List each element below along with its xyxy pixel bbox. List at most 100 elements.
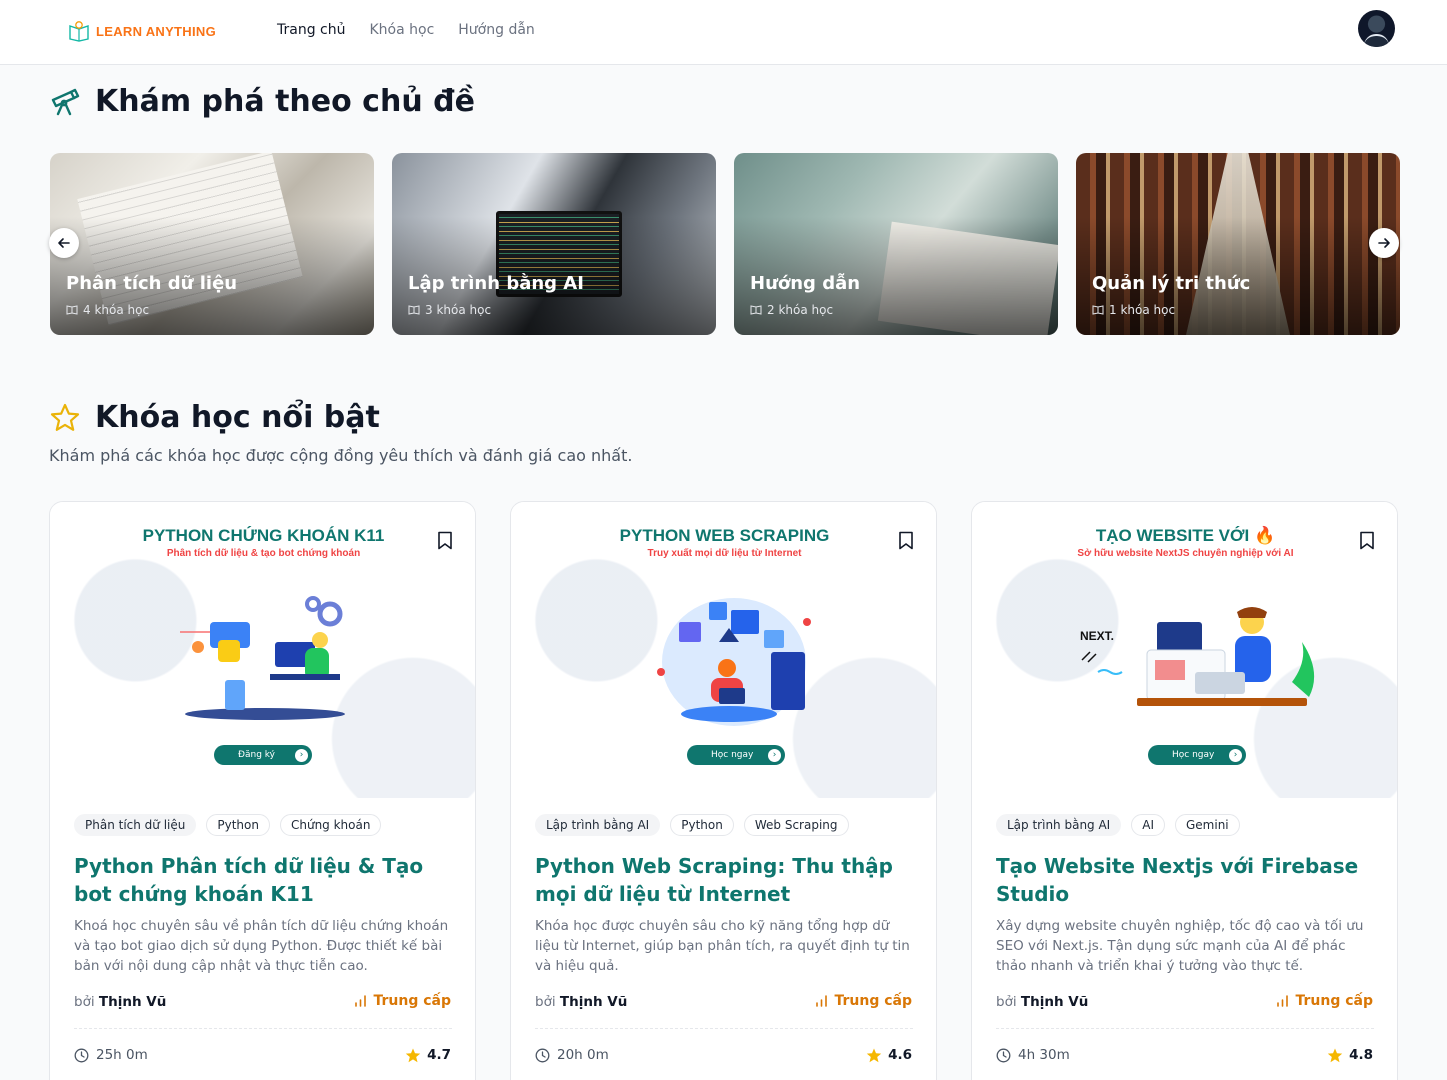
thumbnail-subtitle: Phân tích dữ liệu & tạo bot chứng khoán	[166, 548, 361, 559]
topic-name: Hướng dẫn	[750, 273, 861, 294]
thumbnail-title: TẠO WEBSITE VỚI 🔥	[972, 526, 1397, 546]
thumbnail-cta-label: Đăng ký	[238, 750, 275, 760]
course-thumbnail[interactable]: PYTHON WEB SCRAPING Truy xuất mọi dữ liệ…	[511, 502, 936, 798]
main-nav: Trang chủ Khóa học Hướng dẫn	[277, 22, 535, 38]
card-divider	[996, 1028, 1374, 1029]
nav-courses[interactable]: Khóa học	[369, 22, 434, 38]
course-card-python-stock[interactable]: PYTHON CHỨNG KHOÁN K11 Phân tích dữ liệu…	[49, 501, 476, 1080]
course-tag[interactable]: Chứng khoán	[279, 814, 382, 836]
top-header: LEARN ANYTHING Trang chủ Khóa học Hướng …	[0, 0, 1447, 65]
topic-card-knowledge-management[interactable]: Quản lý tri thức 1 khóa học	[1076, 153, 1400, 335]
rating-value: 4.6	[888, 1047, 912, 1063]
thumbnail-title: PYTHON CHỨNG KHOÁN K11	[142, 526, 385, 545]
course-tag[interactable]: Phân tích dữ liệu	[74, 814, 197, 836]
nav-home[interactable]: Trang chủ	[277, 22, 345, 38]
star-filled-icon	[866, 1048, 882, 1062]
course-tag[interactable]: Python	[670, 814, 734, 836]
course-duration: 4h 30m	[996, 1047, 1070, 1063]
carousel-next-button[interactable]	[1369, 228, 1399, 258]
duration-text: 4h 30m	[1018, 1047, 1070, 1063]
svg-text:NEXT.: NEXT.	[1080, 629, 1114, 643]
star-filled-icon	[1327, 1048, 1343, 1062]
author-prefix: bởi	[996, 994, 1017, 1010]
course-rating: 4.8	[1327, 1047, 1373, 1063]
course-tag[interactable]: Lập trình bằng AI	[535, 814, 661, 836]
bookmark-icon[interactable]	[437, 531, 453, 550]
site-logo[interactable]: LEARN ANYTHING	[68, 20, 216, 42]
thumbnail-cta-button[interactable]: Học ngay ›	[687, 745, 785, 765]
course-title[interactable]: Tạo Website Nextjs với Firebase Studio	[996, 852, 1376, 908]
course-thumbnail[interactable]: PYTHON CHỨNG KHOÁN K11 Phân tích dữ liệu…	[50, 502, 475, 798]
topic-count-text: 3 khóa học	[425, 303, 492, 317]
bar-chart-icon	[1277, 995, 1289, 1007]
carousel-prev-button[interactable]	[49, 228, 79, 258]
course-tag[interactable]: Web Scraping	[743, 814, 849, 836]
topics-title-text: Khám phá theo chủ đề	[95, 84, 475, 119]
user-avatar[interactable]	[1358, 10, 1395, 47]
course-title[interactable]: Python Web Scraping: Thu thập mọi dữ liệ…	[535, 852, 915, 908]
level-text: Trung cấp	[1295, 993, 1373, 1009]
topic-count: 3 khóa học	[408, 303, 491, 317]
bookmark-icon[interactable]	[1359, 531, 1375, 550]
open-book-icon	[750, 305, 762, 315]
topic-count-text: 1 khóa học	[1109, 303, 1176, 317]
thumbnail-cta-label: Học ngay	[1172, 750, 1215, 760]
thumbnail-cta-button[interactable]: Học ngay ›	[1148, 745, 1246, 765]
topic-card-guides[interactable]: Hướng dẫn 2 khóa học	[734, 153, 1058, 335]
course-tag[interactable]: Lập trình bằng AI	[996, 814, 1122, 836]
course-description: Xây dựng website chuyên nghiệp, tốc độ c…	[996, 918, 1364, 974]
bar-chart-icon	[355, 995, 367, 1007]
thumbnail-cta-button[interactable]: Đăng ký ›	[214, 745, 312, 765]
card-divider	[74, 1028, 452, 1029]
course-tag[interactable]: AI	[1131, 814, 1165, 836]
course-author: bởi Thịnh Vũ	[996, 994, 1088, 1010]
author-prefix: bởi	[535, 994, 556, 1010]
course-duration: 25h 0m	[74, 1047, 148, 1063]
course-card-nextjs-firebase[interactable]: TẠO WEBSITE VỚI 🔥 Sở hữu website NextJS …	[971, 501, 1398, 1080]
course-thumbnail[interactable]: TẠO WEBSITE VỚI 🔥 Sở hữu website NextJS …	[972, 502, 1397, 798]
topic-count: 2 khóa học	[750, 303, 833, 317]
course-tag[interactable]: Gemini	[1174, 814, 1240, 836]
featured-title-text: Khóa học nổi bật	[95, 400, 380, 435]
topic-card-data-analysis[interactable]: Phân tích dữ liệu 4 khóa học	[50, 153, 374, 335]
featured-section-title: Khóa học nổi bật	[49, 400, 380, 435]
course-duration: 20h 0m	[535, 1047, 609, 1063]
chevron-right-icon: ›	[768, 748, 781, 762]
book-bulb-icon	[69, 21, 89, 42]
card-divider	[535, 1028, 913, 1029]
level-text: Trung cấp	[834, 993, 912, 1009]
duration-text: 20h 0m	[557, 1047, 609, 1063]
thumbnail-subtitle: Sở hữu website NextJS chuyên nghiệp với …	[1077, 548, 1294, 559]
star-outline-icon	[50, 403, 80, 431]
topic-count: 4 khóa học	[66, 303, 149, 317]
nav-guides[interactable]: Hướng dẫn	[458, 22, 535, 38]
topic-name: Lập trình bằng AI	[408, 273, 584, 294]
course-tags: Lập trình bằng AI AI Gemini	[996, 814, 1240, 836]
topic-card-ai-programming[interactable]: Lập trình bằng AI 3 khóa học	[392, 153, 716, 335]
course-title[interactable]: Python Phân tích dữ liệu & Tạo bot chứng…	[74, 852, 454, 908]
web-scraping-illustration	[657, 598, 811, 726]
open-book-icon	[66, 305, 78, 315]
topic-name: Phân tích dữ liệu	[66, 273, 238, 294]
author-name: Thịnh Vũ	[559, 994, 628, 1010]
course-tags: Phân tích dữ liệu Python Chứng khoán	[74, 814, 382, 836]
featured-subtitle: Khám phá các khóa học được cộng đồng yêu…	[49, 446, 633, 465]
topic-count-text: 4 khóa học	[83, 303, 150, 317]
bookmark-icon[interactable]	[898, 531, 914, 550]
course-rating: 4.6	[866, 1047, 912, 1063]
clock-icon	[74, 1048, 89, 1062]
course-level: Trung cấp	[815, 993, 912, 1009]
course-card-web-scraping[interactable]: PYTHON WEB SCRAPING Truy xuất mọi dữ liệ…	[510, 501, 937, 1080]
tech-stack-logos: NEXT.	[1080, 629, 1123, 675]
course-author: bởi Thịnh Vũ	[74, 994, 166, 1010]
topic-count: 1 khóa học	[1092, 303, 1175, 317]
author-prefix: bởi	[74, 994, 95, 1010]
course-author: bởi Thịnh Vũ	[535, 994, 627, 1010]
arrow-right-icon	[1378, 238, 1390, 248]
chevron-right-icon: ›	[1229, 748, 1242, 762]
clock-icon	[996, 1048, 1011, 1062]
course-tag[interactable]: Python	[206, 814, 270, 836]
course-level: Trung cấp	[354, 993, 451, 1009]
star-filled-icon	[405, 1048, 421, 1062]
rating-value: 4.7	[427, 1047, 451, 1063]
